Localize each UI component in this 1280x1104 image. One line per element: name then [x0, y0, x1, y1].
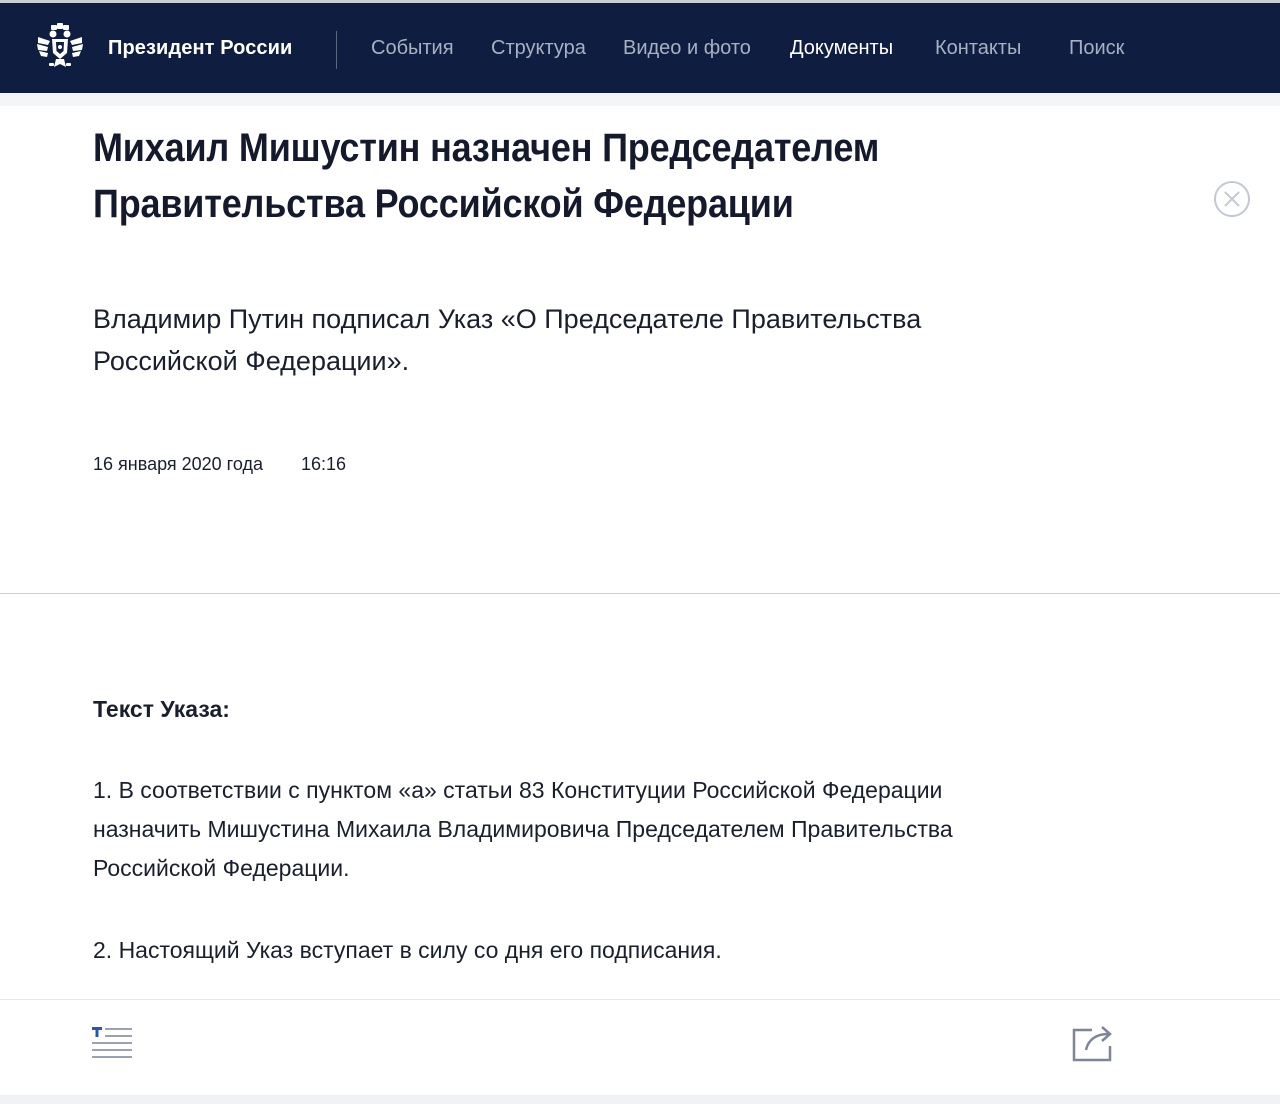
nav-item-video-photo[interactable]: Видео и фото	[623, 3, 751, 93]
document-paragraph-1: 1. В соответствии с пунктом «а» статьи 8…	[93, 777, 953, 881]
site-brand-link[interactable]: Президент России	[108, 3, 292, 93]
article-meta: 16 января 2020 года 16:16	[93, 454, 346, 475]
article-title-line: Правительства Российской Федерации	[93, 182, 794, 226]
nav-item-label: Структура	[491, 36, 586, 59]
nav-item-label: Поиск	[1069, 36, 1125, 59]
publish-date: 16 января 2020 года	[93, 454, 263, 474]
close-icon[interactable]	[1214, 181, 1250, 217]
nav-item-label: Видео и фото	[623, 36, 751, 59]
nav-item-label: Документы	[790, 36, 894, 59]
article-title: Михаил Мишустин назначен Председателем П…	[93, 120, 993, 232]
publish-time: 16:16	[300, 454, 347, 474]
section-divider	[0, 593, 1280, 594]
article-title-line: Михаил Мишустин назначен Председателем	[93, 126, 880, 170]
main-navbar: Президент России События Структура Видео…	[0, 3, 1280, 93]
subheader-strip	[0, 93, 1280, 106]
nav-item-label: Контакты	[935, 36, 1022, 59]
text-mode-icon[interactable]	[92, 1026, 134, 1062]
document-heading: Текст Указа:	[93, 696, 230, 722]
nav-item-events[interactable]: События	[371, 3, 454, 93]
nav-item-contacts[interactable]: Контакты	[935, 3, 1021, 93]
eagle-logo-icon[interactable]	[36, 23, 84, 73]
nav-item-documents[interactable]: Документы	[790, 3, 893, 93]
nav-item-structure[interactable]: Структура	[491, 3, 586, 93]
document-paragraph-2: 2. Настоящий Указ вступает в силу со дня…	[93, 937, 722, 963]
nav-item-label: События	[371, 36, 454, 59]
article-lead: Владимир Путин подписал Указ «О Председа…	[93, 304, 922, 376]
nav-item-search[interactable]: Поиск	[1069, 3, 1124, 93]
page-bottom-strip	[0, 1095, 1280, 1104]
share-icon[interactable]	[1070, 1022, 1116, 1064]
nav-divider	[336, 31, 337, 69]
